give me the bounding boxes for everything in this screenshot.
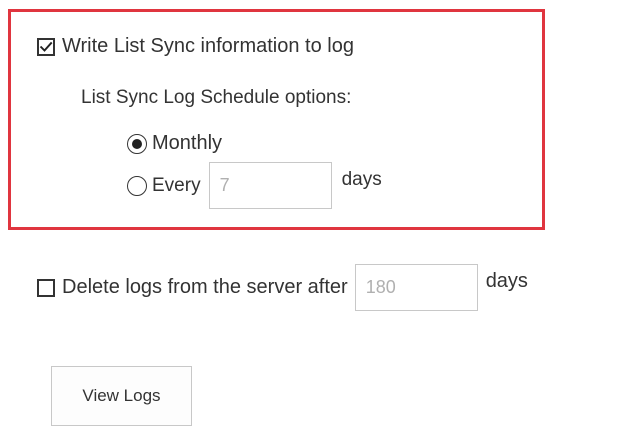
checkmark-icon (39, 41, 53, 52)
radio-selected-dot (132, 138, 142, 149)
monthly-option[interactable]: Monthly (127, 132, 222, 155)
every-label: Every (152, 174, 201, 196)
write-log-checkbox[interactable] (37, 37, 55, 56)
write-log-label: Write List Sync information to log (62, 35, 354, 57)
every-days-unit: days (341, 168, 382, 190)
delete-logs-days-unit: days (485, 270, 528, 292)
delete-logs-label: Delete logs from the server after (62, 276, 348, 298)
every-radio[interactable] (127, 175, 147, 196)
delete-logs-row[interactable]: Delete logs from the server after days (37, 264, 528, 311)
schedule-options-title: List Sync Log Schedule options: (81, 87, 352, 108)
write-log-row[interactable]: Write List Sync information to log (37, 35, 354, 58)
every-option[interactable]: Every days (127, 162, 382, 209)
delete-logs-days-input[interactable] (354, 264, 478, 311)
view-logs-button[interactable]: View Logs (51, 366, 192, 426)
every-days-input[interactable] (208, 162, 332, 209)
schedule-options-title-row: List Sync Log Schedule options: (81, 87, 351, 109)
delete-logs-checkbox[interactable] (37, 278, 55, 297)
monthly-radio[interactable] (127, 133, 147, 154)
monthly-label: Monthly (152, 132, 223, 154)
